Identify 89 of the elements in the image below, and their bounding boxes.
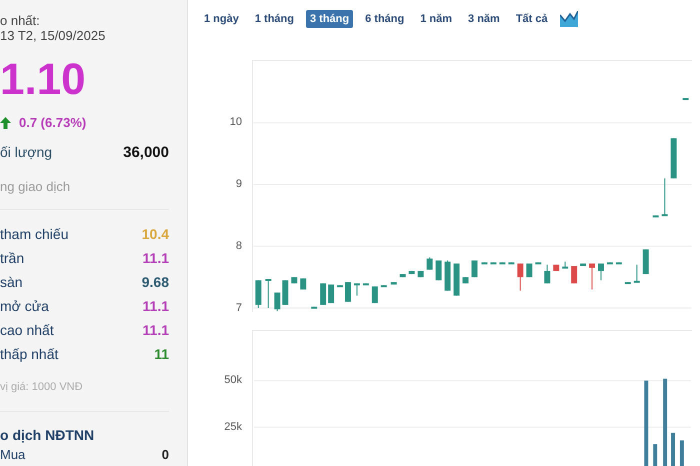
volume-label: ối lượng [0, 143, 52, 162]
price-axis-label: 8 [236, 239, 242, 254]
price-row-value: 11 [154, 345, 169, 364]
candle [444, 260, 451, 292]
price-axis-label: 9 [236, 177, 242, 192]
range-tab[interactable]: 1 ngày [200, 10, 243, 28]
range-tab[interactable]: 3 năm [464, 10, 504, 28]
candle [380, 284, 387, 288]
candle [265, 278, 272, 309]
candle [634, 264, 640, 283]
price-row-label: trần [0, 249, 24, 268]
foreign-row-label: Mua [0, 446, 26, 464]
price-row-label: tham chiếu [0, 225, 68, 244]
candle [571, 266, 578, 284]
candle [274, 292, 280, 312]
candle [481, 262, 488, 264]
candle [462, 276, 469, 284]
current-price: 1.10 [0, 57, 87, 103]
price-row-label: sàn [0, 273, 23, 292]
candle [517, 263, 524, 292]
price-row-label: cao nhất [0, 321, 54, 340]
candle [291, 276, 298, 284]
candle [372, 286, 378, 304]
candle [544, 264, 550, 284]
volume-bar [680, 440, 684, 466]
candle [400, 274, 406, 278]
candle [553, 264, 560, 272]
volume-bar [671, 432, 675, 466]
candle [589, 263, 595, 290]
price-axis-label: 10 [230, 115, 242, 130]
candle [606, 262, 613, 264]
candle [345, 282, 351, 302]
foreign-row-value: 0 [162, 446, 169, 464]
price-axis-label: 7 [236, 301, 242, 316]
candle [320, 282, 326, 306]
candle [328, 284, 334, 304]
volume-note: ng giao dịch [0, 178, 72, 196]
candle [598, 263, 604, 281]
volume-axis-label: 50k [224, 373, 242, 388]
price-row-value: 10.4 [142, 225, 169, 244]
candle [562, 261, 568, 269]
candle [354, 282, 360, 296]
range-tab[interactable]: 6 tháng [361, 10, 408, 28]
last-update-time: 13 T2, 15/09/2025 [0, 28, 106, 43]
candle [662, 178, 668, 216]
price-row-value: 11.1 [142, 321, 169, 340]
up-arrow-icon [0, 116, 11, 129]
range-tab[interactable]: Tất cả [512, 10, 552, 28]
candle [499, 262, 506, 264]
candle [426, 256, 433, 270]
candle [255, 280, 262, 309]
candle [472, 260, 478, 278]
price-row-value: 11.1 [142, 297, 169, 316]
candle [616, 262, 622, 264]
candle [418, 270, 424, 278]
price-row-value: 11.1 [142, 249, 169, 268]
candle [490, 262, 496, 264]
candle [337, 284, 344, 288]
price-row-label: thấp nhất [0, 345, 58, 364]
candle [408, 270, 415, 275]
candle [362, 282, 369, 286]
candle [682, 98, 689, 100]
range-tab[interactable]: 1 năm [416, 10, 456, 28]
candle [535, 262, 542, 264]
candle [454, 263, 460, 296]
area-chart-icon[interactable] [560, 11, 578, 27]
foreign-trade-title: o dịch NĐTNN [0, 426, 96, 445]
last-update-label: o nhất: [0, 13, 41, 28]
candle [282, 280, 288, 306]
candle [311, 306, 318, 309]
unit-note: vị giá: 1000 VNĐ [0, 380, 84, 394]
volume-value: 36,000 [123, 142, 169, 162]
volume-bar [653, 444, 658, 466]
price-row-value: 9.68 [142, 273, 169, 292]
range-tab[interactable]: 3 tháng [306, 10, 354, 28]
candle [670, 138, 677, 179]
candle [390, 282, 397, 286]
candle [652, 214, 659, 218]
volume-axis-label: 25k [224, 420, 242, 435]
range-tab[interactable]: 1 tháng [250, 10, 298, 28]
price-change: 0.7 (6.73%) [19, 114, 86, 132]
candle [300, 278, 306, 290]
price-row-label: mở cửa [0, 297, 49, 316]
candle [508, 262, 514, 264]
candle [624, 282, 631, 284]
candle [642, 248, 649, 275]
candle [526, 263, 532, 278]
candle [436, 260, 442, 281]
candle [580, 263, 586, 267]
